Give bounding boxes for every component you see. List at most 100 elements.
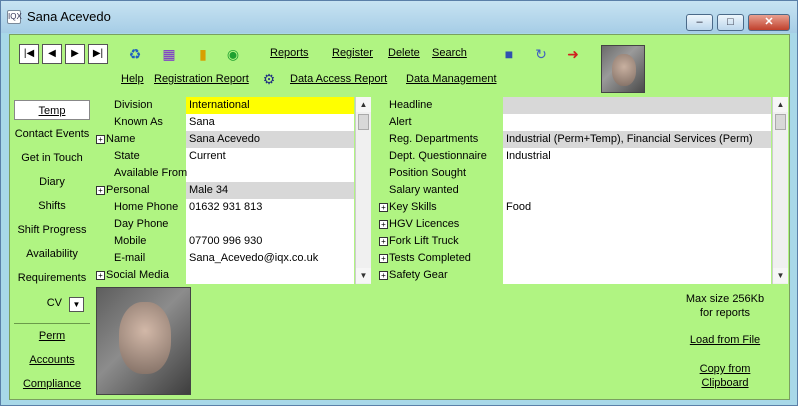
reports-link[interactable]: Reports [270,47,309,59]
table-row[interactable]: Known As Sana [94,114,354,131]
scroll-thumb[interactable] [775,114,786,130]
field-value[interactable]: 01632 931 813 [186,199,354,216]
field-value[interactable]: Male 34 [186,182,354,199]
sidebar-item-perm[interactable]: Perm [14,326,90,346]
field-value[interactable] [503,216,771,233]
candidate-details-grid[interactable]: Division International Known As Sana + Name Sa… [94,97,354,284]
field-value[interactable]: Industrial [503,148,771,165]
field-value[interactable]: Sana_Acevedo@iqx.co.uk [186,250,354,267]
table-row[interactable]: E-mail Sana_Acevedo@iqx.co.uk [94,250,354,267]
cv-dropdown[interactable]: ▼ [69,297,84,312]
copy-from-clipboard-link-2[interactable]: Clipboard [670,377,780,389]
sidebar-item-availability[interactable]: Availability [14,244,90,264]
table-row[interactable]: + Tests Completed [377,250,771,267]
field-value[interactable]: Food [503,199,771,216]
first-record-button[interactable]: |◀ [19,44,39,64]
field-value[interactable]: Current [186,148,354,165]
sidebar-item-contact-events[interactable]: Contact Events [14,124,90,144]
data-management-link[interactable]: Data Management [406,73,497,85]
close-button[interactable]: ✕ [748,14,790,31]
table-row[interactable]: Dept. Questionnaire Industrial [377,148,771,165]
field-value[interactable] [503,182,771,199]
expand-icon[interactable]: + [96,185,105,195]
table-row[interactable]: Mobile 07700 996 930 [94,233,354,250]
previous-record-button[interactable]: ◀ [42,44,62,64]
refresh-icon[interactable]: ↻ [530,44,552,64]
field-value[interactable]: International [186,97,354,114]
scroll-down-icon[interactable]: ▼ [356,268,371,283]
field-value[interactable] [503,165,771,182]
field-value[interactable]: Industrial (Perm+Temp), Financial Servic… [503,131,771,148]
scroll-up-icon[interactable]: ▲ [356,97,371,112]
scroll-down-icon[interactable]: ▼ [773,268,788,283]
sidebar-item-shift-progress[interactable]: Shift Progress [14,220,90,240]
expand-icon[interactable]: + [96,134,105,144]
search-link[interactable]: Search [432,47,467,59]
sidebar-item-get-in-touch[interactable]: Get in Touch [14,148,90,168]
field-value[interactable] [503,250,771,267]
left-grid-scrollbar[interactable]: ▲ ▼ [355,97,371,284]
load-from-file-link[interactable]: Load from File [670,334,780,346]
copy-from-clipboard-link[interactable]: Copy from [670,363,780,375]
note-icon[interactable]: ▮ [192,44,214,64]
table-row[interactable]: Home Phone 01632 931 813 [94,199,354,216]
field-value[interactable]: Sana [186,114,354,131]
scroll-thumb[interactable] [358,114,369,130]
table-row[interactable]: + Personal Male 34 [94,182,354,199]
data-access-report-link[interactable]: Data Access Report [290,73,387,85]
field-value[interactable] [503,233,771,250]
calendar-sync-icon[interactable]: ♻ [124,44,146,64]
expand-icon[interactable]: + [379,236,388,246]
field-value[interactable] [186,216,354,233]
expand-icon[interactable]: + [96,270,105,280]
field-value[interactable] [186,267,354,284]
table-row[interactable]: + Fork Lift Truck [377,233,771,250]
table-row[interactable]: Reg. Departments Industrial (Perm+Temp), … [377,131,771,148]
sidebar-item-diary[interactable]: Diary [14,172,90,192]
table-row[interactable]: + Name Sana Acevedo [94,131,354,148]
contacts-icon[interactable]: ■ [498,44,520,64]
field-value[interactable] [503,97,771,114]
register-link[interactable]: Register [332,47,373,59]
table-row[interactable]: + Key Skills Food [377,199,771,216]
chat-icon[interactable]: ◉ [222,44,244,64]
table-row[interactable]: Salary wanted [377,182,771,199]
sidebar-item-compliance[interactable]: Compliance [14,374,90,394]
scroll-up-icon[interactable]: ▲ [773,97,788,112]
delete-link[interactable]: Delete [388,47,420,59]
table-row[interactable]: Division International [94,97,354,114]
right-grid-scrollbar[interactable]: ▲ ▼ [772,97,788,284]
candidate-profile-grid[interactable]: Headline Alert Reg. Departments Industrial … [377,97,771,284]
sidebar-item-requirements[interactable]: Requirements [14,268,90,288]
field-value[interactable]: Sana Acevedo [186,131,354,148]
table-row[interactable]: Position Sought [377,165,771,182]
exit-icon[interactable]: ➜ [562,44,584,64]
table-row[interactable]: + Social Media [94,267,354,284]
field-value[interactable] [503,267,771,284]
table-row[interactable]: Day Phone [94,216,354,233]
data-access-icon[interactable]: ⚙ [258,69,280,89]
table-row[interactable]: Headline [377,97,771,114]
next-record-button[interactable]: ▶ [65,44,85,64]
title-bar[interactable]: IQX Sana Acevedo – □ ✕ [1,1,797,33]
help-link[interactable]: Help [121,73,144,85]
expand-icon[interactable]: + [379,219,388,229]
field-value[interactable] [503,114,771,131]
table-row[interactable]: + Safety Gear [377,267,771,284]
table-row[interactable]: + HGV Licences [377,216,771,233]
field-value[interactable] [186,165,354,182]
table-row[interactable]: State Current [94,148,354,165]
expand-icon[interactable]: + [379,253,388,263]
sidebar-item-accounts[interactable]: Accounts [14,350,90,370]
grid-icon[interactable]: ▦ [158,44,180,64]
expand-icon[interactable]: + [379,202,388,212]
sidebar-item-shifts[interactable]: Shifts [14,196,90,216]
registration-report-link[interactable]: Registration Report [154,73,249,85]
minimize-button[interactable]: – [686,14,713,31]
field-value[interactable]: 07700 996 930 [186,233,354,250]
table-row[interactable]: Alert [377,114,771,131]
sidebar-item-temp[interactable]: Temp [14,100,90,120]
maximize-button[interactable]: □ [717,14,744,31]
expand-icon[interactable]: + [379,270,388,280]
last-record-button[interactable]: ▶| [88,44,108,64]
